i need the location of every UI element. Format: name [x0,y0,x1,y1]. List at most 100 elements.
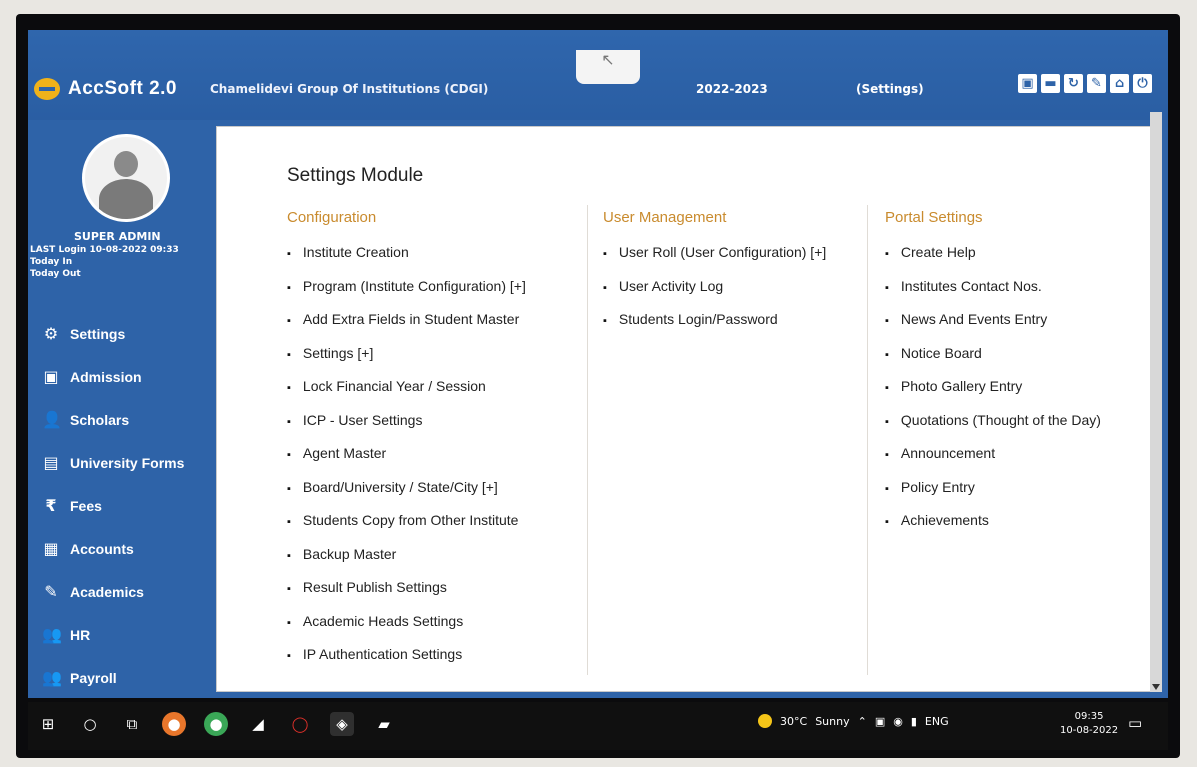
top-toolbar: ▣ ▬ ↻ ✎ ⌂ ⏻ [1018,74,1152,93]
home-icon[interactable]: ⌂ [1110,74,1129,93]
language-indicator[interactable]: ENG [925,715,949,728]
sidebar-item-label: Payroll [70,669,117,686]
scholars-icon: 👤 [42,410,62,429]
configuration-column: Configuration Institute Creation Program… [287,209,526,678]
logo-icon [34,78,60,100]
app-title: AccSoft 2.0 [68,78,177,99]
avatar[interactable] [82,134,170,222]
sidebar-item-university-forms[interactable]: ▤ University Forms [42,441,184,484]
sidebar-item-admission[interactable]: ▣ Admission [42,355,184,398]
chrome-icon[interactable]: ● [204,712,228,736]
list-item[interactable]: ICP - User Settings [287,410,526,444]
list-item[interactable]: Result Publish Settings [287,577,526,611]
logout-icon[interactable]: ⏻ [1133,74,1152,93]
session-year: 2022-2023 [696,82,768,96]
sidebar-item-label: Fees [70,497,102,514]
list-item[interactable]: Institute Creation [287,242,526,276]
battery-icon[interactable]: ▮ [911,715,917,728]
portal-settings-list: Create Help Institutes Contact Nos. News… [885,242,1101,544]
last-login: LAST Login 10-08-2022 09:33 [30,245,179,255]
chevron-up-icon[interactable]: ⌃ [858,715,867,728]
app-logo[interactable]: AccSoft 2.0 [34,78,177,100]
hr-icon: 👥 [42,625,62,644]
sidebar-item-accounts[interactable]: ▦ Accounts [42,527,184,570]
sidebar-item-label: Admission [70,368,142,385]
list-item[interactable]: Create Help [885,242,1101,276]
volume-icon[interactable]: ◉ [893,715,903,728]
search-icon[interactable]: ○ [78,712,102,736]
list-item[interactable]: Agent Master [287,443,526,477]
forms-icon: ▤ [43,453,59,472]
app-window: ↖ AccSoft 2.0 Chamelidevi Group Of Insti… [28,30,1168,698]
list-item[interactable]: Quotations (Thought of the Day) [885,410,1101,444]
taskbar-clock[interactable]: 09:35 10-08-2022 [1060,710,1118,738]
id-card-icon[interactable]: ▣ [1018,74,1037,93]
list-item[interactable]: Policy Entry [885,477,1101,511]
column-heading: User Management [603,209,727,226]
task-view-icon[interactable]: ⧉ [120,712,144,736]
weather-temp: 30°C [780,714,808,728]
list-item[interactable]: Add Extra Fields in Student Master [287,309,526,343]
list-item[interactable]: User Roll (User Configuration) [+] [603,242,826,276]
rupee-icon: ₹ [45,496,57,515]
opera-icon[interactable]: ◯ [288,712,312,736]
clock-time: 09:35 [1074,711,1104,722]
list-item[interactable]: Program (Institute Configuration) [+] [287,276,526,310]
network-icon[interactable]: ▣ [875,715,885,728]
list-item[interactable]: Board/University / State/City [+] [287,477,526,511]
windows-start-icon[interactable]: ⊞ [36,712,60,736]
notification-icon[interactable]: ▭ [1128,714,1142,732]
list-item[interactable]: User Activity Log [603,276,826,310]
weather-icon[interactable] [758,714,772,728]
firefox-icon[interactable]: ● [162,712,186,736]
user-management-list: User Roll (User Configuration) [+] User … [603,242,826,343]
today-in: Today In [30,257,73,267]
clock-date: 10-08-2022 [1060,725,1119,736]
sidebar-item-label: University Forms [70,454,185,471]
list-item[interactable]: Backup Master [287,544,526,578]
list-item[interactable]: Students Login/Password [603,309,826,343]
sidebar-item-fees[interactable]: ₹ Fees [42,484,184,527]
list-item[interactable]: Academic Heads Settings [287,611,526,645]
window-icon[interactable]: ▬ [1041,74,1060,93]
sidebar-item-academics[interactable]: ✎ Academics [42,570,184,613]
list-item[interactable]: IP Authentication Settings [287,644,526,678]
user-management-column: User Management User Roll (User Configur… [603,209,826,343]
admission-icon: ▣ [43,367,59,386]
payroll-icon: 👥 [42,668,62,687]
refresh-icon[interactable]: ↻ [1064,74,1083,93]
sidebar: SUPER ADMIN LAST Login 10-08-2022 09:33 … [28,120,218,698]
taskbar: ⊞ ○ ⧉ ● ● ◢ ◯ ◈ ▰ 30°C Sunny ⌃ ▣ ◉ ▮ ENG… [28,702,1168,750]
scroll-down-icon[interactable] [1152,684,1160,690]
column-divider [867,205,868,675]
list-item[interactable]: News And Events Entry [885,309,1101,343]
sidebar-item-label: Accounts [70,540,134,557]
list-item[interactable]: Settings [+] [287,343,526,377]
sidebar-item-payroll[interactable]: 👥 Payroll [42,656,184,698]
user-role: SUPER ADMIN [74,230,161,243]
column-heading: Configuration [287,209,377,226]
list-item[interactable]: Notice Board [885,343,1101,377]
sidebar-item-settings[interactable]: ⚙ Settings [42,312,184,355]
edit-icon[interactable]: ✎ [1087,74,1106,93]
system-tray: 30°C Sunny ⌃ ▣ ◉ ▮ ENG [758,714,949,728]
avatar-head [114,151,138,177]
list-item[interactable]: Institutes Contact Nos. [885,276,1101,310]
gear-icon: ⚙ [43,324,59,343]
accounts-icon: ▦ [43,539,59,558]
list-item[interactable]: Lock Financial Year / Session [287,376,526,410]
vertical-scrollbar[interactable] [1150,112,1162,692]
app-shark-icon[interactable]: ◢ [246,712,270,736]
list-item[interactable]: Students Copy from Other Institute [287,510,526,544]
list-item[interactable]: Achievements [885,510,1101,544]
current-page-label: (Settings) [856,82,924,96]
column-heading: Portal Settings [885,209,983,226]
avatar-body [99,179,153,219]
list-item[interactable]: Announcement [885,443,1101,477]
sidebar-item-scholars[interactable]: 👤 Scholars [42,398,184,441]
sidebar-item-hr[interactable]: 👥 HR [42,613,184,656]
notes-icon[interactable]: ▰ [372,712,396,736]
anydesk-icon[interactable]: ◈ [330,712,354,736]
list-item[interactable]: Photo Gallery Entry [885,376,1101,410]
portal-settings-column: Portal Settings Create Help Institutes C… [885,209,1101,544]
